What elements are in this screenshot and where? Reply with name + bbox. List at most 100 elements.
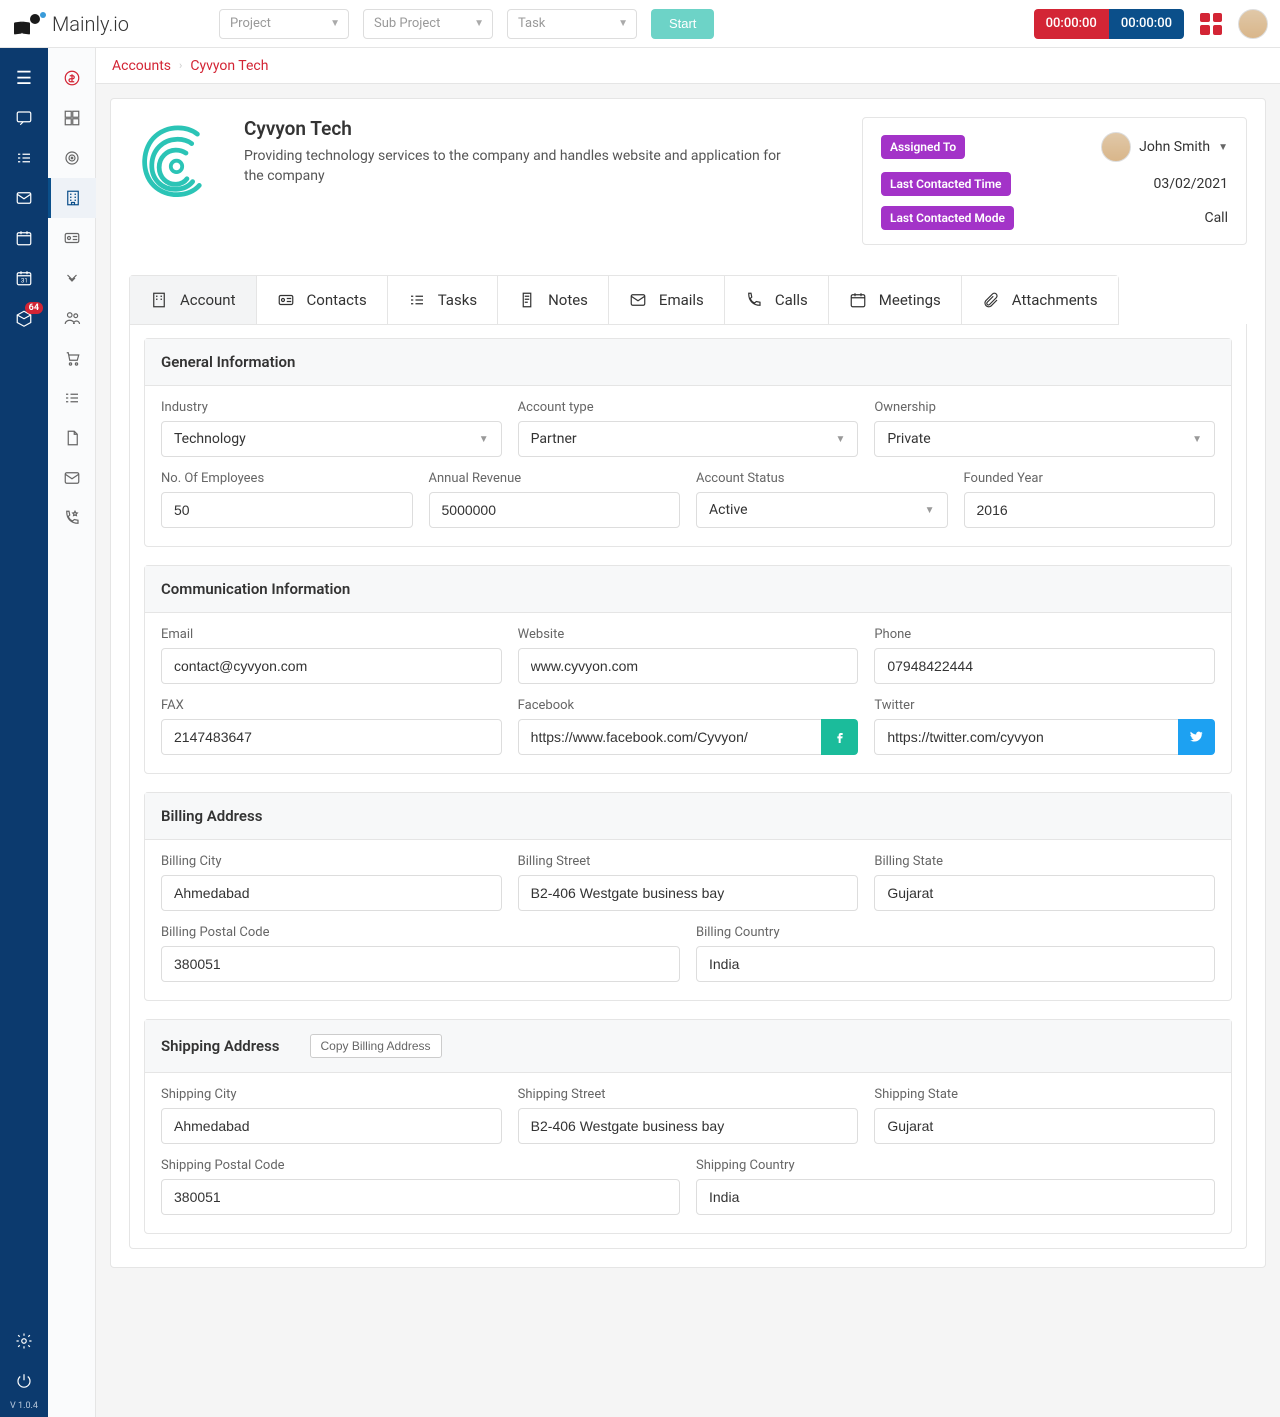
shipping-city-input[interactable] <box>161 1108 502 1144</box>
tab-calls[interactable]: Calls <box>725 276 829 324</box>
card-icon[interactable] <box>48 218 96 258</box>
building-icon <box>150 291 168 309</box>
shipping-street-input[interactable] <box>518 1108 859 1144</box>
account-type-select[interactable]: Partner▼ <box>518 421 859 457</box>
dollar-icon[interactable] <box>48 58 96 98</box>
dashboard-icon[interactable] <box>48 98 96 138</box>
cart-icon[interactable] <box>48 338 96 378</box>
phone-icon <box>745 291 763 309</box>
website-input[interactable] <box>518 648 859 684</box>
gear-icon[interactable] <box>0 1321 48 1361</box>
hamburger-icon[interactable]: ☰ <box>0 58 48 98</box>
billing-postal-input[interactable] <box>161 946 680 982</box>
account-status-value: Active <box>709 502 748 518</box>
copy-billing-button[interactable]: Copy Billing Address <box>310 1034 442 1058</box>
annual-revenue-label: Annual Revenue <box>429 471 681 486</box>
group-icon[interactable] <box>48 298 96 338</box>
target-icon[interactable] <box>48 138 96 178</box>
calendar-alt-icon[interactable]: 31 <box>0 258 48 298</box>
email-input[interactable] <box>161 648 502 684</box>
tabs: Account Contacts Tasks Notes Emails Call… <box>129 275 1119 325</box>
section-shipping-header: Shipping Address <box>161 1037 280 1055</box>
topbar: Mainly.io Project▼ Sub Project▼ Task▼ St… <box>0 0 1280 48</box>
section-billing-header: Billing Address <box>145 793 1231 840</box>
project-select[interactable]: Project ▼ <box>219 9 349 39</box>
account-status-select[interactable]: Active ▼ <box>696 492 948 528</box>
twitter-icon[interactable] <box>1178 719 1215 755</box>
twitter-label: Twitter <box>874 698 1215 713</box>
billing-state-input[interactable] <box>874 875 1215 911</box>
project-select-label: Project <box>230 16 271 31</box>
facebook-icon[interactable] <box>821 719 858 755</box>
chat-icon[interactable] <box>0 98 48 138</box>
phone-input[interactable] <box>874 648 1215 684</box>
tasks-icon <box>408 291 426 309</box>
shipping-country-input[interactable] <box>696 1179 1215 1215</box>
apps-grid-icon[interactable] <box>1200 13 1222 35</box>
breadcrumb-separator: › <box>179 59 182 72</box>
last-contacted-mode-tag: Last Contacted Mode <box>881 206 1014 230</box>
fax-label: FAX <box>161 698 502 713</box>
facebook-label: Facebook <box>518 698 859 713</box>
last-contacted-mode-value: Call <box>1204 210 1228 226</box>
tab-label: Attachments <box>1012 291 1098 309</box>
subproject-select-label: Sub Project <box>374 16 440 31</box>
breadcrumb-root[interactable]: Accounts <box>112 58 171 74</box>
fax-input[interactable] <box>161 719 502 755</box>
list-icon[interactable] <box>48 378 96 418</box>
founded-year-input[interactable] <box>964 492 1216 528</box>
tab-meetings[interactable]: Meetings <box>829 276 962 324</box>
start-button[interactable]: Start <box>651 9 714 39</box>
ownership-select[interactable]: Private▼ <box>874 421 1215 457</box>
chevron-down-icon: ▼ <box>925 505 935 516</box>
twitter-input[interactable] <box>874 719 1178 755</box>
calendar-icon <box>849 291 867 309</box>
subproject-select[interactable]: Sub Project▼ <box>363 9 493 39</box>
building-icon[interactable] <box>48 178 96 218</box>
tab-account[interactable]: Account <box>130 276 257 324</box>
billing-country-input[interactable] <box>696 946 1215 982</box>
shipping-postal-input[interactable] <box>161 1179 680 1215</box>
tab-tasks[interactable]: Tasks <box>388 276 498 324</box>
tab-notes[interactable]: Notes <box>498 276 609 324</box>
tab-label: Meetings <box>879 291 941 309</box>
calendar-icon[interactable] <box>0 218 48 258</box>
version-label: V 1.0.4 <box>10 1401 38 1411</box>
tab-emails[interactable]: Emails <box>609 276 725 324</box>
timer-blue: 00:00:00 <box>1109 9 1184 39</box>
section-communication: Communication Information Email Website … <box>144 565 1232 774</box>
chevron-down-icon: ▼ <box>1192 434 1202 445</box>
mail-icon[interactable] <box>0 178 48 218</box>
tab-attachments[interactable]: Attachments <box>962 276 1118 324</box>
billing-city-input[interactable] <box>161 875 502 911</box>
breadcrumb-current[interactable]: Cyvyon Tech <box>190 58 268 74</box>
billing-street-input[interactable] <box>518 875 859 911</box>
task-select[interactable]: Task▼ <box>507 9 637 39</box>
chevron-down-icon: ▼ <box>618 18 628 29</box>
mail-outline-icon[interactable] <box>48 458 96 498</box>
handshake-icon[interactable] <box>48 258 96 298</box>
chevron-down-icon: ▼ <box>835 434 845 445</box>
box-open-icon[interactable]: 64 <box>0 298 48 338</box>
tab-contacts[interactable]: Contacts <box>257 276 388 324</box>
tab-label: Emails <box>659 291 704 309</box>
facebook-input[interactable] <box>518 719 822 755</box>
checklist-icon[interactable] <box>0 138 48 178</box>
chevron-down-icon: ▼ <box>479 434 489 445</box>
brand-logo[interactable]: Mainly.io <box>14 12 129 36</box>
section-communication-header: Communication Information <box>145 566 1231 613</box>
chevron-down-icon: ▼ <box>330 18 340 29</box>
call-star-icon[interactable] <box>48 498 96 538</box>
tab-label: Contacts <box>307 291 367 309</box>
secondrail <box>48 48 96 1417</box>
industry-select[interactable]: Technology▼ <box>161 421 502 457</box>
no-employees-input[interactable] <box>161 492 413 528</box>
section-general: General Information IndustryTechnology▼ … <box>144 338 1232 547</box>
chevron-down-icon[interactable]: ▼ <box>1218 142 1228 153</box>
user-avatar[interactable] <box>1238 9 1268 39</box>
file-icon[interactable] <box>48 418 96 458</box>
annual-revenue-input[interactable] <box>429 492 681 528</box>
section-general-header: General Information <box>145 339 1231 386</box>
power-icon[interactable] <box>0 1361 48 1401</box>
shipping-state-input[interactable] <box>874 1108 1215 1144</box>
